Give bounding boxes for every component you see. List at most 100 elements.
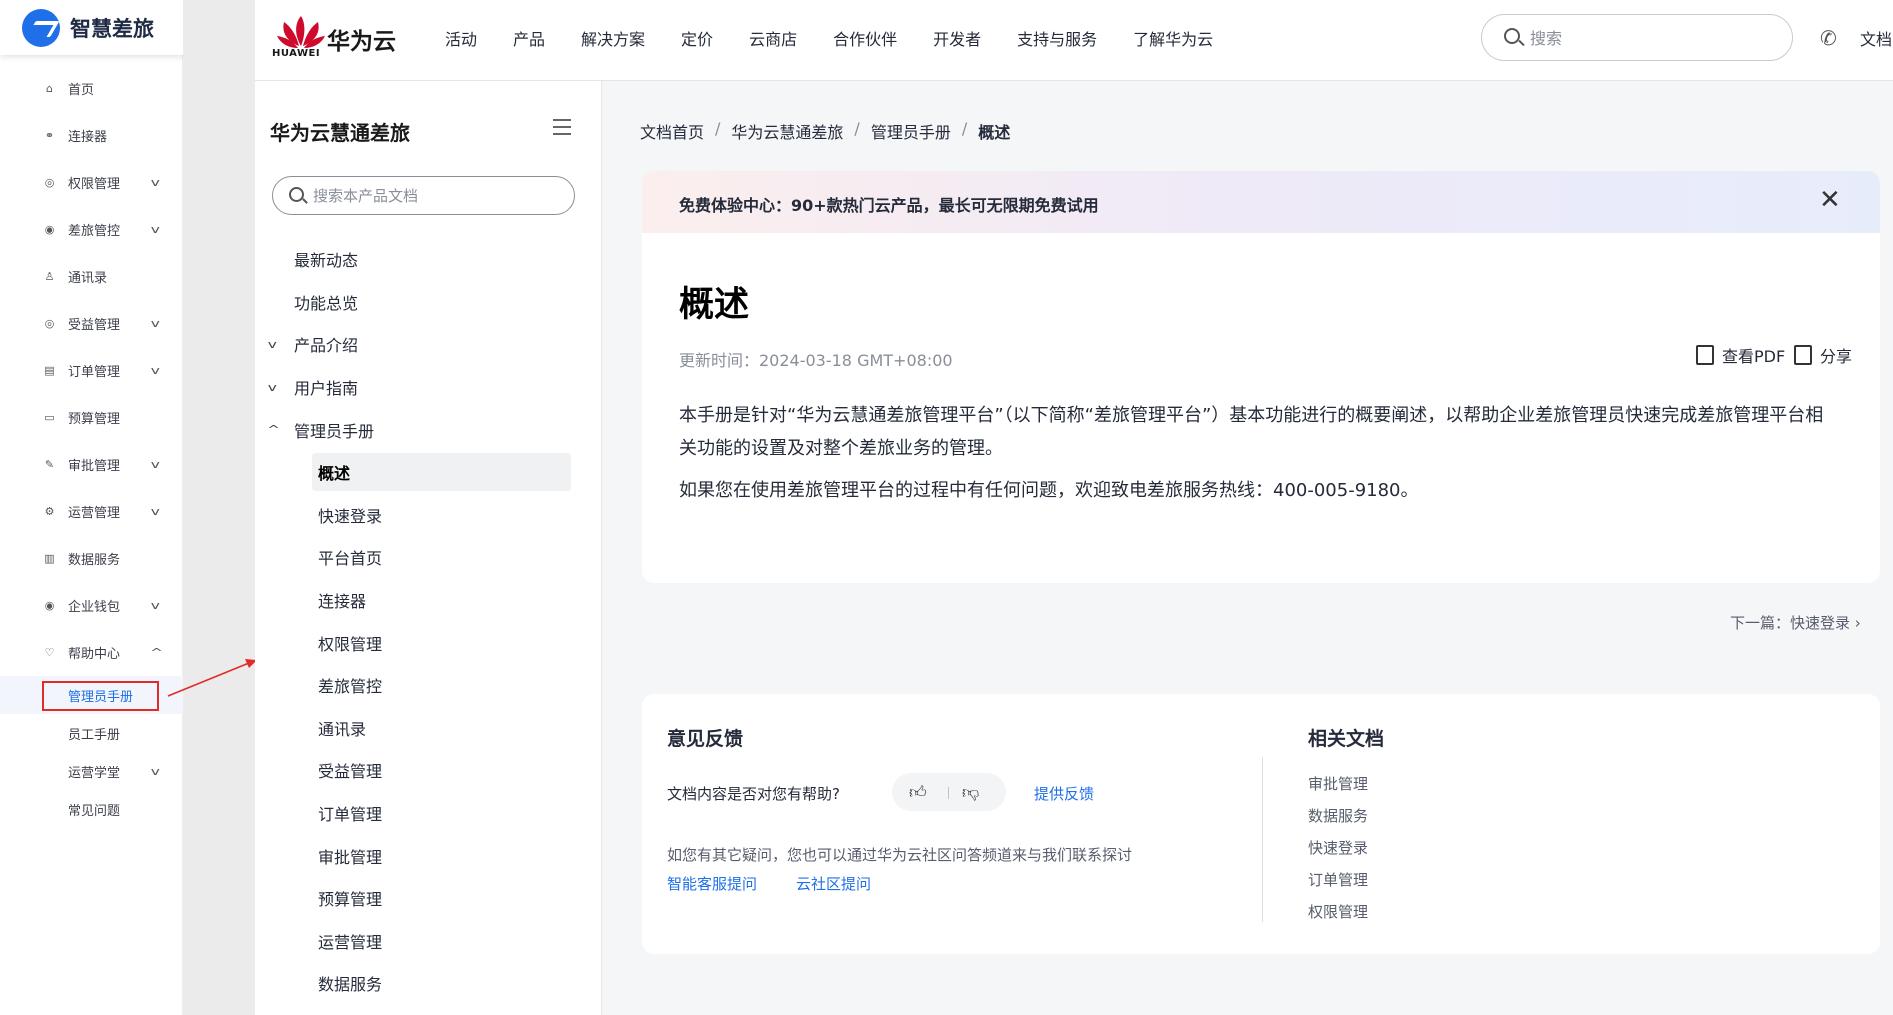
sidebar-item[interactable]: ✎ 审批管理 v [0,441,183,488]
top-nav-item[interactable]: 活动 [445,26,477,50]
doc-tree-item[interactable]: 连接器 [255,579,602,622]
doc-tree-item[interactable]: 订单管理 [255,792,602,835]
related-doc-link[interactable]: 权限管理 [1308,902,1368,934]
sidebar-subitem[interactable]: 运营学堂 v [0,752,183,790]
chevron-up-icon[interactable]: ^ [267,423,280,436]
sidebar-item[interactable]: ▥ 数据服务 [0,535,183,582]
sidebar-item[interactable]: ⚭ 连接器 [0,112,183,159]
promo-text[interactable]: 免费体验中心：90+款热门云产品，最长可无限期免费试用 [679,192,1099,216]
chevron-down-icon[interactable]: v [151,458,160,471]
provide-feedback-link[interactable]: 提供反馈 [1034,783,1094,804]
header-search-input[interactable] [1530,27,1770,49]
related-doc-link[interactable]: 数据服务 [1308,806,1368,838]
related-doc-link[interactable]: 审批管理 [1308,774,1368,806]
link-icon: ⚭ [44,129,55,142]
sidebar-item[interactable]: ◎ 受益管理 v [0,300,183,347]
breadcrumb-item[interactable]: 华为云慧通差旅 [731,119,843,143]
home-icon: ⌂ [46,82,53,95]
sidebar-subitem[interactable]: 员工手册 [0,714,183,752]
sidebar-item-label: 企业钱包 [68,600,121,615]
chevron-down-icon[interactable]: v [151,505,160,518]
doc-tree-item[interactable]: ^ 管理员手册 [255,408,602,451]
doc-tree-item[interactable]: 审批管理 [255,834,602,877]
sidebar-subitem-label: 常见问题 [68,803,121,819]
doc-search-input[interactable] [313,186,553,206]
doc-tree-item[interactable]: v 产品介绍 [255,323,602,366]
sidebar-item[interactable]: ◉ 差旅管控 v [0,206,183,253]
sidebar-item[interactable]: ▭ 预算管理 [0,394,183,441]
sidebar-item-label: 运营管理 [68,506,121,521]
doc-tree-item[interactable]: 通讯录 [255,707,602,750]
permission-icon: ◎ [44,176,55,189]
chevron-up-icon[interactable]: ^ [150,646,163,659]
ai-support-link[interactable]: 智能客服提问 [667,873,757,894]
top-nav-item[interactable]: 云商店 [749,26,797,50]
breadcrumb-item[interactable]: 文档首页 [640,119,704,143]
phone-icon[interactable]: ✆ [1820,26,1837,50]
top-nav-item[interactable]: 支持与服务 [1017,26,1097,50]
chevron-down-icon[interactable]: v [268,381,277,394]
top-nav-item[interactable]: 合作伙伴 [833,26,897,50]
sidebar-item[interactable]: ◉ 企业钱包 v [0,582,183,629]
doc-tree-label: 管理员手册 [294,421,375,441]
header-doc-link[interactable]: 文档 [1860,26,1892,50]
doc-tree-item[interactable]: 受益管理 [255,749,602,792]
chevron-down-icon[interactable]: v [151,599,160,612]
top-nav-item[interactable]: 开发者 [933,26,981,50]
doc-tree-item[interactable]: 最新动态 [255,238,602,281]
related-docs-title: 相关文档 [1308,728,1385,750]
related-doc-link[interactable]: 快速登录 [1308,838,1368,870]
header-search[interactable] [1481,14,1793,61]
app-logo[interactable]: 智慧差旅 [0,0,193,55]
article-card: 免费体验中心：90+款热门云产品，最长可无限期免费试用 ✕ 概述 更新时间：20… [642,171,1880,583]
doc-tree-item[interactable]: 平台首页 [255,536,602,579]
feedback-rating: 👍︎ 👎︎ [892,773,1006,811]
chevron-down-icon[interactable]: v [151,364,160,377]
sidebar-item[interactable]: ◎ 权限管理 v [0,159,183,206]
doc-tree-item[interactable]: 权限管理 [255,621,602,664]
share-button[interactable]: 分享 [1794,343,1852,367]
annotation-arrow [167,659,257,697]
header-brand[interactable]: 华为云 [327,22,396,56]
thumbs-down-icon[interactable]: 👎︎ [962,782,979,803]
view-pdf-button[interactable]: 查看PDF [1696,343,1785,367]
chevron-down-icon[interactable]: v [151,176,160,189]
sidebar-item[interactable]: ⚙ 运营管理 v [0,488,183,535]
thumbs-up-icon[interactable]: 👍︎ [909,782,927,803]
gutter [183,0,255,1015]
doc-tree-item[interactable]: 差旅管控 [255,664,602,707]
top-nav-item[interactable]: 产品 [513,26,545,50]
doc-tree-item[interactable]: 数据服务 [255,962,602,1005]
sidebar-item-label: 订单管理 [68,365,121,380]
community-link[interactable]: 云社区提问 [796,873,871,894]
doc-tree-item[interactable]: 功能总览 [255,281,602,324]
doc-search[interactable] [272,176,575,215]
sidebar-item-label: 审批管理 [68,459,121,474]
doc-tree-item[interactable]: 概述 [255,451,602,494]
related-doc-link[interactable]: 订单管理 [1308,870,1368,902]
breadcrumb-item[interactable]: 管理员手册 [871,119,951,143]
doc-tree-item[interactable]: 快速登录 [255,494,602,537]
sidebar-subitem[interactable]: 常见问题 [0,790,183,828]
sidebar-item[interactable]: ♙ 通讯录 [0,253,183,300]
doc-tree-item[interactable]: 运营管理 [255,920,602,963]
chevron-down-icon[interactable]: v [151,317,160,330]
chevron-down-icon[interactable]: v [268,338,277,351]
update-time: 更新时间：2024-03-18 GMT+08:00 [679,351,953,370]
top-nav-item[interactable]: 定价 [681,26,713,50]
close-icon[interactable]: ✕ [1819,187,1841,213]
menu-icon[interactable] [553,119,571,135]
top-nav-item[interactable]: 解决方案 [581,26,645,50]
chevron-down-icon[interactable]: v [151,223,160,236]
divider [1262,757,1263,922]
next-article-link[interactable]: 下一篇：快速登录 › [1730,612,1861,633]
doc-tree-item[interactable]: v 用户指南 [255,366,602,409]
sidebar-item[interactable]: ⌂ 首页 [0,65,183,112]
doc-tree-item[interactable]: 预算管理 [255,877,602,920]
sidebar-item[interactable]: ▤ 订单管理 v [0,347,183,394]
sidebar-item[interactable]: ♡ 帮助中心 ^ [0,629,183,676]
data-icon: ▥ [44,552,55,565]
top-nav-item[interactable]: 了解华为云 [1133,26,1213,50]
promo-banner[interactable]: 免费体验中心：90+款热门云产品，最长可无限期免费试用 ✕ [642,171,1880,233]
chevron-down-icon[interactable]: v [151,765,160,778]
